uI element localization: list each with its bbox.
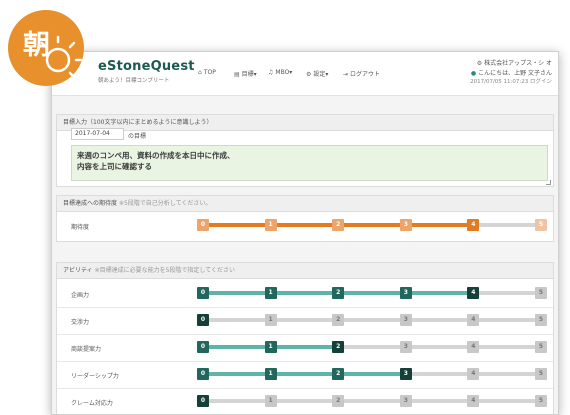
slider-rail xyxy=(203,399,541,403)
ability-level-slider[interactable]: 0 1 2 3 4 5 xyxy=(197,313,547,327)
level-step-3[interactable]: 3 xyxy=(399,341,412,353)
ability-level-slider[interactable]: 0 1 2 3 4 5 xyxy=(197,286,547,300)
settings-circle-icon: ⚙ xyxy=(476,60,483,67)
level-step-0[interactable]: 0 xyxy=(197,287,209,299)
level-step-4[interactable]: 4 xyxy=(467,368,480,380)
level-step-0[interactable]: 0 xyxy=(197,219,209,231)
level-step-4[interactable]: 4 xyxy=(467,395,480,407)
textarea-resize-handle[interactable] xyxy=(546,180,551,185)
slider-rail xyxy=(203,318,541,322)
level-step-3[interactable]: 3 xyxy=(399,368,412,380)
greeting-label: こんにちは、上野 文子さん xyxy=(478,70,552,77)
ability-header-label: アビリティ xyxy=(63,267,93,274)
level-step-2[interactable]: 2 xyxy=(332,314,345,326)
level-step-1[interactable]: 1 xyxy=(264,395,277,407)
ability-row-label: リーダーシップ力 xyxy=(71,373,119,380)
achievement-header-note: ※5段階で自己分析してください。 xyxy=(118,200,212,207)
level-step-2[interactable]: 2 xyxy=(332,341,345,353)
ability-level-slider[interactable]: 0 1 2 3 4 5 xyxy=(197,367,547,381)
goal-input-panel: 目標入力（100文字以内にまとめるように意識しよう） 2017-07-04 の目… xyxy=(56,114,554,187)
achievement-header-label: 目標達成への期待度 xyxy=(63,200,118,207)
app-logo-title[interactable]: eStoneQuest xyxy=(98,59,195,74)
nav-logout[interactable]: ⇥ ログアウト xyxy=(343,69,380,78)
headset-icon: ♫ xyxy=(268,69,274,76)
level-step-4[interactable]: 4 xyxy=(467,287,480,299)
level-step-1[interactable]: 1 xyxy=(264,314,277,326)
ability-level-slider[interactable]: 0 1 2 3 4 5 xyxy=(197,340,547,354)
level-step-0[interactable]: 0 xyxy=(197,395,209,407)
achievement-panel: 目標達成への期待度 ※5段階で自己分析してください。 期待度 0 1 2 3 4 5 xyxy=(56,195,554,242)
row-divider xyxy=(57,307,553,308)
home-icon: ⌂ xyxy=(198,69,202,76)
level-step-5[interactable]: 5 xyxy=(535,287,547,299)
ability-row-label: 商談提案力 xyxy=(71,346,102,353)
nav-mbo-menu[interactable]: ♫ MBO▾ xyxy=(268,69,292,76)
nav-goal-label: 目標▾ xyxy=(241,71,257,78)
document-icon: ▤ xyxy=(234,71,240,78)
level-step-3[interactable]: 3 xyxy=(399,314,412,326)
level-step-2[interactable]: 2 xyxy=(332,287,345,299)
level-step-4[interactable]: 4 xyxy=(467,314,480,326)
ability-row-label: 企画力 xyxy=(71,292,90,299)
level-step-5[interactable]: 5 xyxy=(535,341,547,353)
ability-panel: アビリティ ※目標達成に必要な能力を5段階で指定してください 企画力 0 1 2 3 4 5… xyxy=(56,262,554,414)
nav-top-label: TOP xyxy=(203,69,216,76)
ability-row-label: 交渉力 xyxy=(71,319,90,326)
ability-header-note: ※目標達成に必要な能力を5段階で指定してください xyxy=(94,267,236,274)
nav-mbo-label: MBO▾ xyxy=(275,69,293,76)
level-step-0[interactable]: 0 xyxy=(197,341,209,353)
level-step-5[interactable]: 5 xyxy=(535,368,547,380)
company-label: 株式会社アップス・シ オ xyxy=(484,60,552,67)
ability-panel-header: アビリティ ※目標達成に必要な能力を5段階で指定してください xyxy=(57,263,553,279)
goal-date-field[interactable]: 2017-07-04 xyxy=(71,128,124,140)
gear-icon: ⚙ xyxy=(306,71,312,78)
level-step-3[interactable]: 3 xyxy=(399,219,412,231)
nav-settings-menu[interactable]: ⚙ 設定▾ xyxy=(306,69,328,78)
company-name: ⚙ 株式会社アップス・シ オ xyxy=(477,58,552,67)
nav-top[interactable]: ⌂ TOP xyxy=(198,69,216,76)
level-step-3[interactable]: 3 xyxy=(399,287,412,299)
app-window: eStoneQuest 朝あよう！目標コンプリート ⌂ TOP ▤ 目標▾ ♫ MBO… xyxy=(51,51,559,415)
last-login: 2017/07/05 11:07:23 ログイン xyxy=(470,79,552,85)
achievement-row-label: 期待度 xyxy=(71,224,90,231)
badge-kanji: 朝 xyxy=(23,30,50,61)
level-step-0[interactable]: 0 xyxy=(197,314,209,326)
level-step-2[interactable]: 2 xyxy=(332,219,345,231)
morning-sun-badge: 朝 xyxy=(6,8,98,100)
level-step-1[interactable]: 1 xyxy=(264,287,277,299)
level-step-3[interactable]: 3 xyxy=(399,395,412,407)
level-step-5[interactable]: 5 xyxy=(535,395,547,407)
nav-goal-menu[interactable]: ▤ 目標▾ xyxy=(234,69,257,78)
goal-panel-header: 目標入力（100文字以内にまとめるように意識しよう） xyxy=(57,115,553,131)
row-divider xyxy=(57,334,553,335)
nav-logout-label: ログアウト xyxy=(350,71,381,78)
achievement-level-slider[interactable]: 0 1 2 3 4 5 xyxy=(197,218,547,232)
level-step-1[interactable]: 1 xyxy=(264,368,277,380)
app-logo-subtitle: 朝あよう！目標コンプリート xyxy=(98,78,170,84)
row-divider xyxy=(57,361,553,362)
screenshot-stage: eStoneQuest 朝あよう！目標コンプリート ⌂ TOP ▤ 目標▾ ♫ MBO… xyxy=(0,0,570,415)
achievement-panel-header: 目標達成への期待度 ※5段階で自己分析してください。 xyxy=(57,196,553,212)
level-step-1[interactable]: 1 xyxy=(264,219,277,231)
top-navigation-bar: eStoneQuest 朝あよう！目標コンプリート ⌂ TOP ▤ 目標▾ ♫ MBO… xyxy=(52,52,558,96)
level-step-0[interactable]: 0 xyxy=(197,368,209,380)
logout-icon: ⇥ xyxy=(343,71,349,78)
ability-row-label: クレーム対応力 xyxy=(71,400,113,407)
level-step-4[interactable]: 4 xyxy=(467,219,480,231)
goal-textarea[interactable]: 来週のコンペ用、資料の作成を本日中に作成、 内容を上司に確認する xyxy=(71,145,548,181)
user-greeting: ● こんにちは、上野 文子さん xyxy=(471,68,552,77)
ability-level-slider[interactable]: 0 1 2 3 4 5 xyxy=(197,394,547,408)
nav-settings-label: 設定▾ xyxy=(313,71,329,78)
level-step-5[interactable]: 5 xyxy=(535,314,547,326)
level-step-2[interactable]: 2 xyxy=(332,368,345,380)
row-divider xyxy=(57,388,553,389)
slider-fill xyxy=(203,372,406,376)
goal-date-suffix: の目標 xyxy=(128,133,147,140)
level-step-4[interactable]: 4 xyxy=(467,341,480,353)
level-step-1[interactable]: 1 xyxy=(264,341,277,353)
level-step-5[interactable]: 5 xyxy=(535,219,547,231)
user-icon: ● xyxy=(470,70,477,77)
level-step-2[interactable]: 2 xyxy=(332,395,345,407)
sun-badge-icon xyxy=(8,10,84,86)
